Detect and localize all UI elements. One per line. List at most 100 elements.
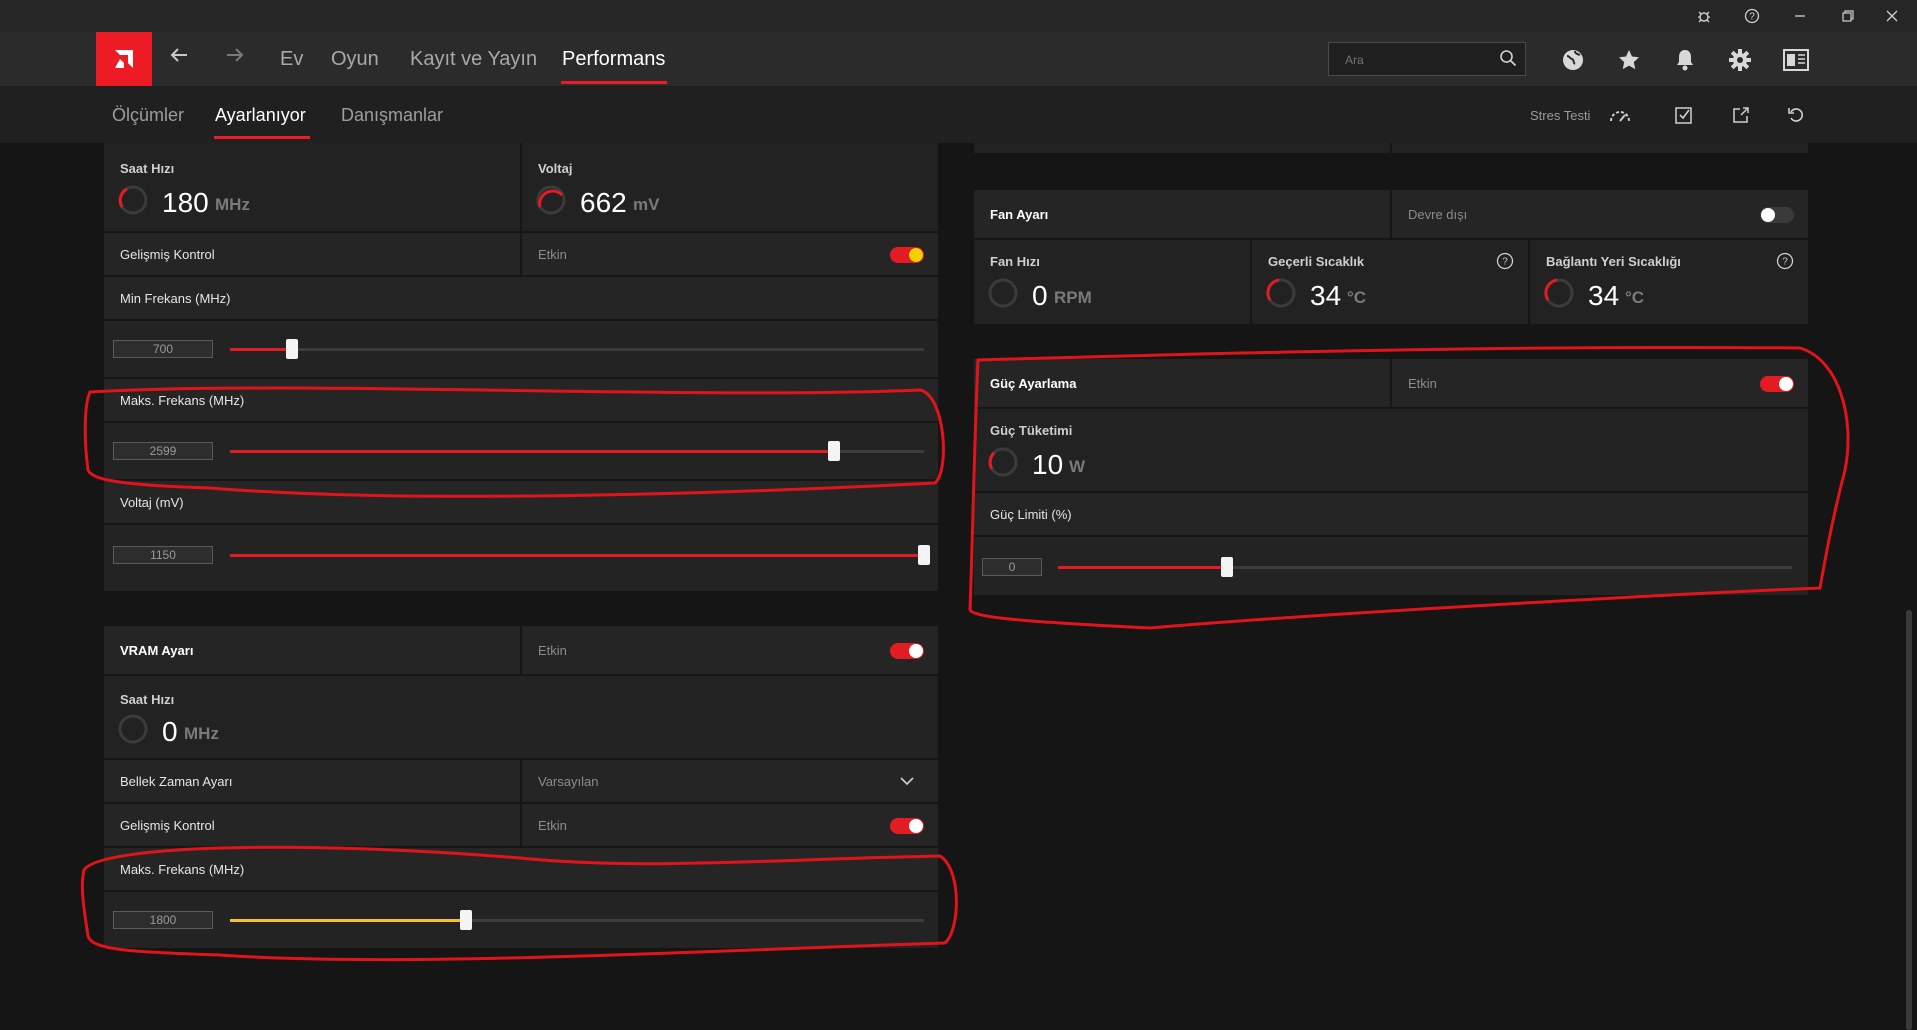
gpu-voltage-unit: mV <box>633 195 660 214</box>
memory-timing-row: Bellek Zaman Ayarı Varsayılan <box>104 760 938 804</box>
column-divider <box>520 143 522 231</box>
minimize-icon[interactable] <box>1782 4 1818 28</box>
vram-header-row: VRAM Ayarı Etkin <box>104 626 938 676</box>
amd-logo[interactable] <box>96 32 152 86</box>
tab-ayarlaniyor[interactable]: Ayarlanıyor <box>215 105 306 126</box>
fan-speed-value: 0 <box>1032 280 1048 311</box>
upper-panel-stub <box>974 143 1808 153</box>
search-box[interactable] <box>1328 42 1526 76</box>
slider-thumb[interactable] <box>918 545 930 565</box>
chevron-down-icon[interactable] <box>900 776 914 786</box>
slider-fill <box>230 919 466 922</box>
scrollbar[interactable] <box>1906 610 1912 1030</box>
slider-thumb[interactable] <box>1220 557 1233 577</box>
toggle-knob <box>1779 377 1793 391</box>
power-limit-value[interactable]: 0 <box>982 558 1042 576</box>
toggle-knob <box>909 644 923 658</box>
tab-performans[interactable]: Performans <box>562 48 665 71</box>
column-divider <box>1528 240 1530 324</box>
layout-icon[interactable] <box>1781 45 1811 75</box>
back-arrow-icon[interactable] <box>168 44 190 73</box>
stress-test-label[interactable]: Stres Testi <box>1530 108 1590 123</box>
gauge-icon[interactable] <box>1608 103 1632 127</box>
tab-olcumler[interactable]: Ölçümler <box>112 105 184 126</box>
bug-icon[interactable] <box>1686 4 1722 28</box>
fan-speed-gauge <box>988 278 1018 308</box>
gpu-metrics-row: Saat Hızı 180 MHz Voltaj 662 mV <box>104 143 938 233</box>
vram-state: Etkin <box>538 643 567 658</box>
vram-max-freq-slider[interactable] <box>230 910 924 930</box>
star-icon[interactable] <box>1614 45 1644 75</box>
slider-thumb[interactable] <box>827 441 840 461</box>
voltage-value[interactable]: 1150 <box>113 546 213 564</box>
current-temp-value: 34 <box>1310 280 1342 311</box>
gpu-tuning-panel: Saat Hızı 180 MHz Voltaj 662 mV Gelişmiş… <box>104 143 938 591</box>
max-freq-header: Maks. Frekans (MHz) <box>104 379 938 423</box>
voltage-slider[interactable] <box>230 545 930 565</box>
gpu-voltage-title: Voltaj <box>538 161 573 176</box>
active-tab-indicator <box>561 81 667 84</box>
help-icon[interactable]: ? <box>1734 4 1770 28</box>
vram-toggle[interactable] <box>890 643 924 659</box>
vram-title: VRAM Ayarı <box>120 643 194 658</box>
search-input[interactable] <box>1343 50 1497 70</box>
column-divider <box>520 804 522 846</box>
column-divider <box>520 626 522 674</box>
fan-metrics-row: Fan Hızı 0 RPM Geçerli Sıcaklık ? 34 °C … <box>974 240 1808 324</box>
gpu-clock-gauge <box>118 185 148 215</box>
gear-icon[interactable] <box>1725 45 1755 75</box>
slider-fill <box>230 348 293 351</box>
max-freq-slider[interactable] <box>230 441 924 461</box>
column-divider <box>520 233 522 275</box>
min-freq-value[interactable]: 700 <box>113 340 213 358</box>
column-divider <box>1250 240 1252 324</box>
slider-thumb[interactable] <box>459 910 472 930</box>
fan-toggle[interactable] <box>1760 207 1794 223</box>
tab-kayit-ve-yayin[interactable]: Kayıt ve Yayın <box>410 48 537 71</box>
power-limit-header: Güç Limiti (%) <box>974 493 1808 537</box>
min-freq-slider[interactable] <box>230 339 924 359</box>
column-divider <box>1390 359 1392 407</box>
vram-max-freq-label: Maks. Frekans (MHz) <box>120 862 245 877</box>
globe-icon[interactable] <box>1558 45 1588 75</box>
tab-danismanlar[interactable]: Danışmanlar <box>341 105 443 126</box>
gpu-clock-title: Saat Hızı <box>120 161 175 176</box>
search-icon[interactable] <box>1499 49 1517 72</box>
fan-speed-title: Fan Hızı <box>990 254 1040 269</box>
vram-advanced-control-toggle[interactable] <box>890 818 924 834</box>
forward-arrow-icon[interactable] <box>224 44 246 73</box>
power-limit-slider[interactable] <box>1058 557 1792 577</box>
vram-advanced-control-row: Gelişmiş Kontrol Etkin <box>104 804 938 848</box>
junction-temp-unit: °C <box>1625 288 1645 307</box>
max-freq-value[interactable]: 2599 <box>113 442 213 460</box>
tab-ev[interactable]: Ev <box>280 48 303 71</box>
svg-text:?: ? <box>1782 257 1788 268</box>
power-toggle[interactable] <box>1760 376 1794 392</box>
min-freq-header: Min Frekans (MHz) <box>104 277 938 321</box>
vram-advanced-control-state: Etkin <box>538 818 567 833</box>
toggle-knob <box>1761 208 1775 222</box>
main-navigation: Ev Oyun Kayıt ve Yayın Performans <box>0 32 1917 87</box>
gpu-clock-unit: MHz <box>215 195 250 214</box>
junction-temp-value: 34 <box>1588 280 1620 311</box>
slider-thumb[interactable] <box>286 339 299 359</box>
gpu-voltage-gauge <box>536 185 566 215</box>
bell-icon[interactable] <box>1670 45 1700 75</box>
vram-max-freq-value[interactable]: 1800 <box>113 911 213 929</box>
help-icon[interactable]: ? <box>1496 252 1514 270</box>
close-icon[interactable] <box>1874 4 1910 28</box>
voltage-header: Voltaj (mV) <box>104 481 938 525</box>
current-temp-title: Geçerli Sıcaklık <box>1268 254 1365 269</box>
export-icon[interactable] <box>1729 103 1753 127</box>
help-icon[interactable]: ? <box>1776 252 1794 270</box>
vram-clock-unit: MHz <box>184 724 219 743</box>
gpu-advanced-control-row: Gelişmiş Kontrol Etkin <box>104 233 938 277</box>
gpu-advanced-control-toggle[interactable] <box>890 247 924 263</box>
checklist-icon[interactable] <box>1672 103 1696 127</box>
tab-oyun[interactable]: Oyun <box>331 48 379 71</box>
memory-timing-dropdown[interactable]: Varsayılan <box>538 774 598 789</box>
column-divider <box>1390 190 1392 238</box>
reset-icon[interactable] <box>1784 103 1808 127</box>
restore-icon[interactable] <box>1830 4 1866 28</box>
power-header-row: Güç Ayarlama Etkin <box>974 359 1808 409</box>
